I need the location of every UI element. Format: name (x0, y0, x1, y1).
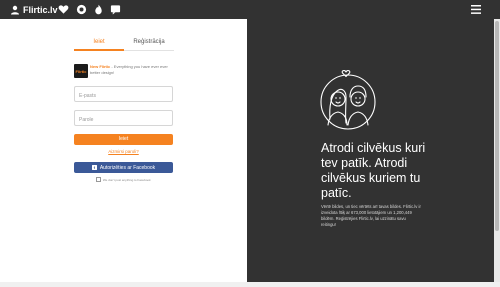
email-placeholder: E-pasts (79, 93, 96, 99)
app-promo-text: New Flirtic - Everything you have ever e… (90, 64, 174, 76)
facebook-button-label: Autorizēties ar Facebook (99, 164, 156, 171)
app-promo-title: New Flirtic (90, 64, 111, 69)
heart-icon[interactable] (58, 4, 69, 15)
logo-text: Flirtic.lv (23, 4, 58, 15)
facebook-note-text: We don't post anything to Facebook (102, 177, 151, 182)
facebook-note-checkbox[interactable] (96, 177, 102, 182)
active-tab-indicator (74, 49, 124, 51)
user-heart-icon (11, 5, 19, 14)
email-field[interactable]: E-pasts (74, 86, 173, 102)
facebook-icon: f (91, 165, 97, 170)
hamburger-menu-icon[interactable] (471, 5, 481, 14)
promo-description: Vērtē bildes, un tiec vērtēts arī tavas … (321, 204, 421, 227)
scrollbar-thumb[interactable] (495, 21, 499, 231)
forgot-password-link[interactable]: Aizmirsi paroli? (74, 149, 173, 154)
tab-register[interactable]: Reģistrācija (124, 39, 174, 45)
login-button[interactable]: Ieiet (74, 134, 173, 145)
app-promo-banner[interactable]: Flirtic New Flirtic - Everything you hav… (74, 64, 174, 78)
site-logo[interactable]: Flirtic.lv (10, 2, 58, 17)
promo-headline: Atrodi cilvēkus kuri tev patīk. Atrodi c… (321, 141, 426, 200)
password-placeholder: Parole (79, 117, 94, 123)
facebook-login-button[interactable]: f Autorizēties ar Facebook (74, 162, 173, 173)
page-bottom-strip (0, 282, 500, 287)
facebook-note[interactable]: We don't post anything to Facebook (74, 177, 173, 182)
flame-icon[interactable] (93, 4, 104, 15)
couple-illustration-icon (320, 70, 376, 130)
app-logo: Flirtic (74, 64, 88, 78)
chat-icon[interactable] (110, 4, 121, 15)
password-field[interactable]: Parole (74, 110, 173, 126)
top-navigation-bar: Flirtic.lv (0, 0, 500, 19)
lens-icon[interactable] (76, 4, 87, 15)
tab-login[interactable]: Ieiet (74, 39, 124, 45)
